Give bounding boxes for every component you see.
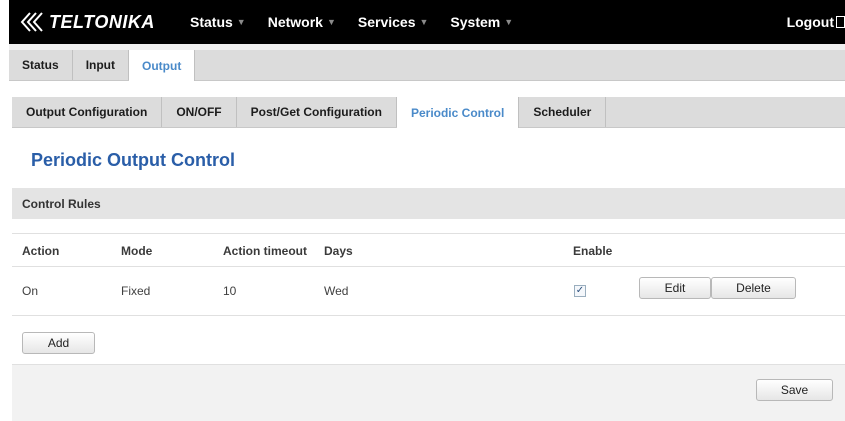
cell-action: On (22, 284, 39, 298)
tab-scheduler-label: Scheduler (533, 105, 592, 119)
cell-days: Wed (324, 284, 349, 298)
chevron-down-icon: ▼ (236, 17, 246, 27)
tab-post-get-configuration-label: Post/Get Configuration (250, 105, 382, 119)
menu-network-label: Network (267, 14, 323, 30)
tab-periodic-control-label: Periodic Control (410, 105, 505, 120)
main-menu: Status ▼ Network ▼ Services ▼ System ▼ (190, 0, 535, 44)
section-header: Control Rules (12, 188, 845, 219)
cell-mode: Fixed (121, 284, 151, 298)
menu-services-label: Services (357, 14, 416, 30)
add-button[interactable]: Add (22, 332, 95, 354)
menu-status[interactable]: Status ▼ (190, 14, 246, 30)
column-header-action-timeout: Action timeout (223, 243, 307, 258)
tab-on-off-label: ON/OFF (176, 105, 222, 119)
menu-status-label: Status (190, 14, 233, 30)
page-title: Periodic Output Control (31, 150, 235, 170)
chevron-down-icon: ▼ (419, 17, 429, 27)
column-header-enable: Enable (573, 243, 613, 258)
tab-input[interactable]: Input (72, 50, 130, 80)
tab-post-get-configuration[interactable]: Post/Get Configuration (237, 97, 397, 127)
footer-bar: Save (12, 364, 845, 421)
top-navigation-bar: TELTONIKA Status ▼ Network ▼ Services ▼ … (9, 0, 845, 44)
logout-icon (836, 16, 845, 28)
tab-output-configuration[interactable]: Output Configuration (12, 97, 163, 127)
tab-status[interactable]: Status (9, 50, 73, 80)
column-header-action: Action (22, 243, 60, 258)
cell-enable: ✓ (574, 267, 586, 315)
logout-button[interactable]: Logout (787, 0, 845, 44)
tab-output-configuration-label: Output Configuration (26, 105, 148, 119)
chevron-down-icon: ▼ (504, 17, 514, 27)
section-title: Control Rules (22, 196, 101, 211)
teltonika-logo[interactable]: TELTONIKA (18, 9, 155, 35)
table-header: Action Mode Action timeout Days Enable (12, 233, 845, 267)
column-header-mode: Mode (121, 243, 153, 258)
secondary-tabs: Output Configuration ON/OFF Post/Get Con… (12, 97, 845, 128)
menu-system-label: System (450, 14, 501, 30)
tab-output[interactable]: Output (129, 50, 196, 81)
control-rules-table: Action Mode Action timeout Days Enable O… (12, 233, 845, 316)
menu-system[interactable]: System ▼ (450, 14, 513, 30)
edit-button[interactable]: Edit (639, 277, 711, 299)
cell-action-timeout: 10 (223, 284, 237, 298)
table-row: On Fixed 10 Wed ✓ Edit Delete (12, 267, 845, 316)
save-button[interactable]: Save (756, 379, 833, 401)
tab-scheduler[interactable]: Scheduler (519, 97, 607, 127)
primary-tabs: Status Input Output (9, 50, 845, 81)
tab-input-label: Input (85, 58, 116, 72)
logout-label: Logout (786, 14, 834, 30)
tab-status-label: Status (22, 58, 59, 72)
menu-services[interactable]: Services ▼ (358, 14, 429, 30)
teltonika-logo-icon (20, 12, 43, 32)
tab-periodic-control[interactable]: Periodic Control (396, 97, 520, 128)
menu-network[interactable]: Network ▼ (268, 14, 336, 30)
brand-name: TELTONIKA (49, 11, 155, 32)
tab-on-off[interactable]: ON/OFF (162, 97, 237, 127)
chevron-down-icon: ▼ (326, 17, 336, 27)
enable-checkbox[interactable]: ✓ (574, 285, 586, 297)
delete-button[interactable]: Delete (711, 277, 796, 299)
column-header-days: Days (324, 243, 353, 258)
tab-output-label: Output (142, 58, 182, 73)
